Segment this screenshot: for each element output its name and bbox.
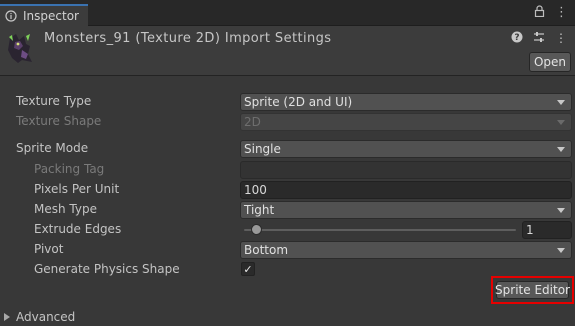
packing-tag-field [240,161,572,179]
info-icon [5,10,17,22]
pivot-value: Bottom [244,243,289,257]
tab-bar: Inspector ⋮ [0,0,575,26]
open-button[interactable]: Open [529,52,571,72]
sprite-mode-dropdown[interactable]: Single [240,140,572,158]
texture-shape-label: Texture Shape [16,114,102,128]
chevron-down-icon [557,208,565,213]
chevron-right-icon [4,313,10,321]
pixels-per-unit-label: Pixels Per Unit [34,182,120,196]
extrude-edges-field[interactable]: 1 [522,221,572,239]
asset-title: Monsters_91 (Texture 2D) Import Settings [44,31,332,46]
row-generate-physics-shape: Generate Physics Shape ✓ [0,261,575,279]
chevron-down-icon [557,248,565,253]
tab-tools: ⋮ [533,5,568,22]
help-icon[interactable]: ? [511,31,523,46]
row-packing-tag: Packing Tag [0,161,575,179]
tab-inspector[interactable]: Inspector [0,4,88,26]
generate-physics-shape-label: Generate Physics Shape [34,262,180,276]
menu-icon[interactable]: ⋮ [555,5,568,22]
texture-type-label: Texture Type [16,94,92,108]
sprite-mode-label: Sprite Mode [16,141,89,155]
advanced-label: Advanced [16,310,76,324]
texture-shape-dropdown: 2D [240,113,572,131]
row-pixels-per-unit: Pixels Per Unit 100 [0,181,575,199]
sprite-mode-value: Single [244,142,281,156]
generate-physics-shape-checkbox[interactable]: ✓ [241,262,255,276]
texture-type-value: Sprite (2D and UI) [244,95,353,109]
inspector-header: Monsters_91 (Texture 2D) Import Settings… [0,26,575,76]
svg-text:?: ? [514,33,519,43]
chevron-down-icon [557,100,565,105]
packing-tag-label: Packing Tag [34,162,105,176]
row-texture-shape: Texture Shape 2D [0,113,575,131]
mesh-type-label: Mesh Type [34,202,97,216]
texture-shape-value: 2D [244,115,261,129]
row-texture-type: Texture Type Sprite (2D and UI) [0,93,575,111]
tab-label: Inspector [23,9,79,23]
pixels-per-unit-field[interactable]: 100 [240,181,572,199]
pivot-label: Pivot [34,242,64,256]
texture-type-dropdown[interactable]: Sprite (2D and UI) [240,93,572,111]
lock-icon[interactable] [533,5,545,22]
row-pivot: Pivot Bottom [0,241,575,259]
chevron-down-icon [557,147,565,152]
sprite-editor-button[interactable]: Sprite Editor [495,281,570,299]
extrude-edges-label: Extrude Edges [34,222,122,236]
extrude-edges-slider-track[interactable] [244,229,516,231]
presets-icon[interactable] [533,31,545,46]
sprite-editor-highlight: Sprite Editor [491,276,574,304]
sprite-thumbnail [8,34,32,63]
chevron-down-icon [557,120,565,125]
row-mesh-type: Mesh Type Tight [0,201,575,219]
pivot-dropdown[interactable]: Bottom [240,241,572,259]
extrude-edges-slider-thumb[interactable] [251,224,263,235]
row-sprite-mode: Sprite Mode Single [0,140,575,158]
mesh-type-dropdown[interactable]: Tight [240,201,572,219]
advanced-foldout[interactable]: Advanced [4,309,75,325]
header-icons: ? ⋮ [511,31,567,46]
row-extrude-edges: Extrude Edges 1 [0,221,575,239]
mesh-type-value: Tight [244,203,275,217]
checkmark-icon: ✓ [243,262,253,276]
menu-icon[interactable]: ⋮ [555,31,567,46]
